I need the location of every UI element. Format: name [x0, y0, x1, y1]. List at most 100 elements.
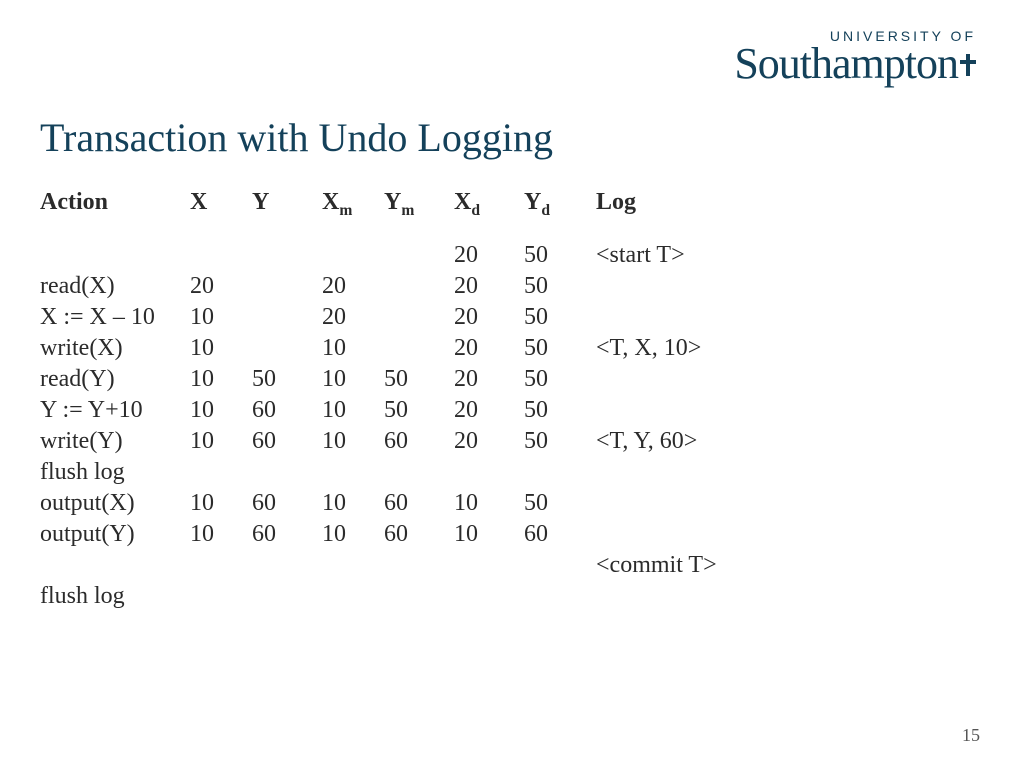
cell-xd — [454, 457, 524, 488]
cell-log: <commit T> — [596, 550, 717, 581]
slide: UNIVERSITY OF Southampton Transaction wi… — [0, 0, 1024, 768]
cell-action: read(Y) — [40, 364, 190, 395]
table-row: read(Y)105010502050 — [40, 364, 717, 395]
cell-x: 10 — [190, 488, 252, 519]
cell-log: <T, Y, 60> — [596, 426, 717, 457]
cell-log: <T, X, 10> — [596, 333, 717, 364]
cell-xd: 20 — [454, 426, 524, 457]
cell-y — [252, 302, 322, 333]
table-row: flush log — [40, 457, 717, 488]
cell-xd: 10 — [454, 488, 524, 519]
cell-y: 60 — [252, 395, 322, 426]
cell-xm: 20 — [322, 271, 384, 302]
cell-yd — [524, 550, 596, 581]
cell-xd: 20 — [454, 395, 524, 426]
cell-xm: 10 — [322, 395, 384, 426]
cell-ym: 60 — [384, 426, 454, 457]
cell-x: 20 — [190, 271, 252, 302]
cell-log — [596, 302, 717, 333]
table-row: read(X)20202050 — [40, 271, 717, 302]
cell-xm: 10 — [322, 426, 384, 457]
table-row: Y := Y+10106010502050 — [40, 395, 717, 426]
cell-action — [40, 240, 190, 271]
cell-log: <start T> — [596, 240, 717, 271]
cell-x: 10 — [190, 364, 252, 395]
cell-ym: 50 — [384, 364, 454, 395]
cell-ym — [384, 271, 454, 302]
cell-y: 50 — [252, 364, 322, 395]
cell-yd — [524, 457, 596, 488]
cell-xm: 10 — [322, 488, 384, 519]
cell-y: 60 — [252, 488, 322, 519]
cell-xm — [322, 240, 384, 271]
cell-log — [596, 519, 717, 550]
col-y: Y — [252, 187, 322, 222]
table-row: <commit T> — [40, 550, 717, 581]
cell-x: 10 — [190, 519, 252, 550]
cell-x: 10 — [190, 302, 252, 333]
cell-yd: 50 — [524, 302, 596, 333]
cell-x — [190, 240, 252, 271]
cell-yd: 50 — [524, 488, 596, 519]
cell-xm — [322, 581, 384, 612]
col-xm: Xm — [322, 187, 384, 222]
cell-xd: 20 — [454, 333, 524, 364]
cell-ym: 60 — [384, 519, 454, 550]
cell-yd: 50 — [524, 271, 596, 302]
cell-action: Y := Y+10 — [40, 395, 190, 426]
cell-ym — [384, 302, 454, 333]
cell-xm: 10 — [322, 519, 384, 550]
cell-log — [596, 457, 717, 488]
cell-action: read(X) — [40, 271, 190, 302]
cell-yd: 50 — [524, 426, 596, 457]
cell-ym — [384, 581, 454, 612]
cell-y — [252, 333, 322, 364]
cell-x — [190, 457, 252, 488]
logo-main: Southampton — [734, 38, 976, 89]
cell-ym — [384, 240, 454, 271]
cell-xd: 20 — [454, 271, 524, 302]
table-row: output(X)106010601050 — [40, 488, 717, 519]
cell-action: flush log — [40, 457, 190, 488]
cell-yd — [524, 581, 596, 612]
cell-log — [596, 271, 717, 302]
university-logo: UNIVERSITY OF Southampton — [734, 28, 976, 89]
cell-ym — [384, 457, 454, 488]
slide-title: Transaction with Undo Logging — [40, 114, 984, 161]
cell-action: X := X – 10 — [40, 302, 190, 333]
logo-name: Southampton — [734, 38, 958, 89]
cell-x: 10 — [190, 333, 252, 364]
col-action: Action — [40, 187, 190, 222]
cell-action: write(Y) — [40, 426, 190, 457]
table-row: write(Y)106010602050<T, Y, 60> — [40, 426, 717, 457]
cell-ym — [384, 333, 454, 364]
cell-x — [190, 581, 252, 612]
cell-xd: 20 — [454, 302, 524, 333]
cell-yd: 60 — [524, 519, 596, 550]
cell-xd — [454, 550, 524, 581]
cell-xm — [322, 550, 384, 581]
cell-y: 60 — [252, 426, 322, 457]
cell-log — [596, 364, 717, 395]
cell-xm — [322, 457, 384, 488]
cell-y — [252, 240, 322, 271]
cell-xd: 20 — [454, 364, 524, 395]
cell-yd: 50 — [524, 333, 596, 364]
cell-xd: 20 — [454, 240, 524, 271]
cell-action: write(X) — [40, 333, 190, 364]
cell-x — [190, 550, 252, 581]
cell-x: 10 — [190, 426, 252, 457]
col-xd: Xd — [454, 187, 524, 222]
cell-yd: 50 — [524, 240, 596, 271]
table-row: X := X – 1010202050 — [40, 302, 717, 333]
cell-log — [596, 395, 717, 426]
col-yd: Yd — [524, 187, 596, 222]
cell-y — [252, 457, 322, 488]
cell-action: output(X) — [40, 488, 190, 519]
cell-log — [596, 488, 717, 519]
table-row: write(X)10102050<T, X, 10> — [40, 333, 717, 364]
cell-ym: 60 — [384, 488, 454, 519]
cell-ym — [384, 550, 454, 581]
cell-x: 10 — [190, 395, 252, 426]
cell-action: output(Y) — [40, 519, 190, 550]
